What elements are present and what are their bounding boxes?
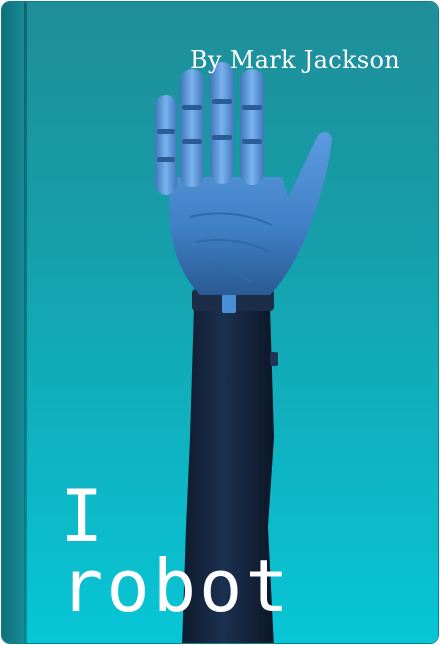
book-title-line-1: I <box>60 474 104 558</box>
book-title-line-2: robot <box>60 544 292 628</box>
book-spine <box>2 2 24 643</box>
spine-edge <box>24 2 27 643</box>
author-name: By Mark Jackson <box>190 46 400 74</box>
book-cover: By Mark Jackson I robot <box>2 2 438 643</box>
